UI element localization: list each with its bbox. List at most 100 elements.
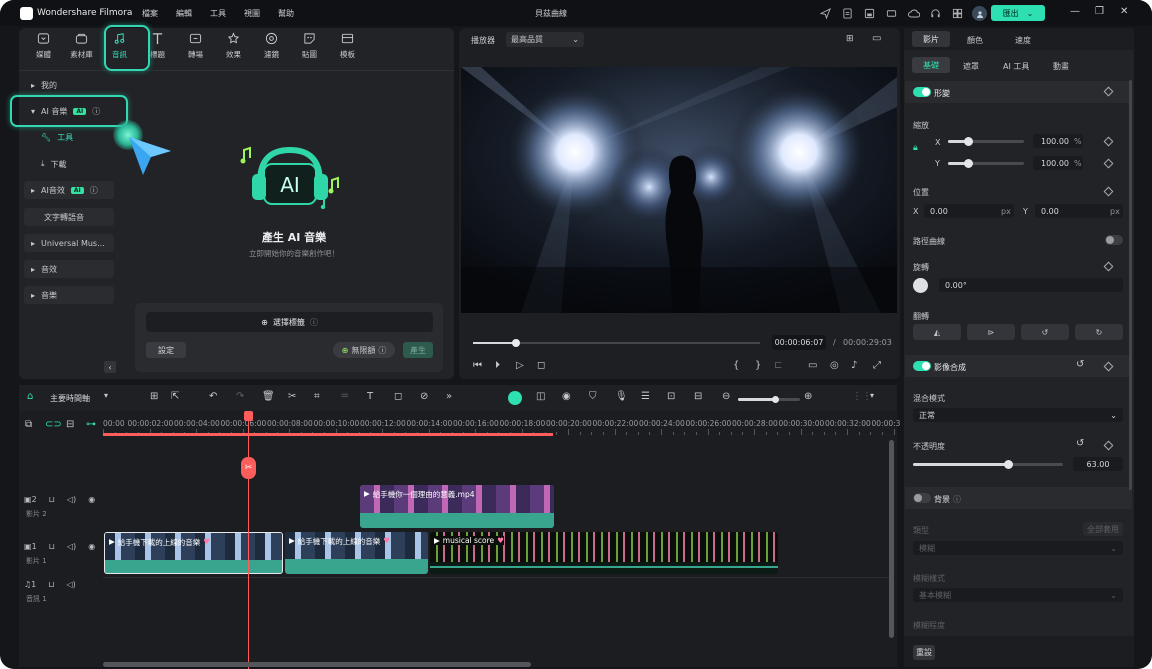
menu-view[interactable]: 視圖 [244, 8, 260, 19]
apply-all-button[interactable]: 全部套用 [1083, 522, 1123, 536]
timeline-clip-video2[interactable]: ▶ 給手機你一個理由的意義.mp4 [360, 485, 554, 528]
generate-button[interactable]: 產生 [403, 342, 433, 358]
home-icon[interactable]: ⌂ [27, 391, 33, 402]
scale-x-slider[interactable] [948, 137, 1024, 146]
playhead-line[interactable] [248, 413, 249, 669]
chevron-down-icon[interactable]: ▾ [870, 391, 874, 400]
effect-icon[interactable]: ⊘ [420, 391, 428, 402]
undo-icon[interactable]: ↶ [209, 391, 217, 402]
export-button[interactable]: 匯出 ⌄ [991, 5, 1045, 21]
sidebar-item-sfx[interactable]: ▸ 音效 [24, 260, 114, 278]
sidebar-item-download[interactable]: ⤓ 下載 [34, 155, 67, 173]
sidebar-item-tts[interactable]: 文字轉語音 [24, 208, 114, 226]
play-icon[interactable]: ▷ [516, 360, 524, 371]
speaker-icon[interactable]: ◁) [67, 495, 76, 504]
display-icon[interactable]: ▭ [808, 360, 817, 371]
help-icon[interactable]: ⓘ [90, 185, 98, 196]
render-icon[interactable]: ◉ [562, 391, 571, 402]
reset-icon[interactable]: ↺ [1076, 438, 1084, 449]
ai-tool-icon[interactable] [508, 391, 522, 405]
tab-effects[interactable]: 效果 [220, 30, 247, 68]
tab-video[interactable]: 影片 [912, 31, 950, 47]
timeline-hscrollbar[interactable] [103, 662, 531, 667]
more-icon[interactable]: » [446, 391, 452, 402]
work-area-bar[interactable] [103, 433, 553, 436]
volume-icon[interactable]: ♪ [851, 360, 857, 371]
tab-stock[interactable]: 素材庫 [68, 30, 95, 68]
sidebar-item-ai-sfx[interactable]: ▸ AI音效 AI ⓘ [24, 181, 114, 199]
playback-progress-track[interactable] [473, 339, 760, 347]
snapshot-icon[interactable]: ◎ [830, 360, 839, 371]
insert-icon[interactable]: ⊏ [774, 360, 782, 371]
scale-y-slider[interactable] [948, 159, 1024, 168]
reset-icon[interactable]: ↺ [1076, 359, 1084, 370]
delete-icon[interactable]: 🗑︎ [262, 391, 275, 402]
compositing-toggle[interactable] [913, 361, 931, 371]
storage-icon[interactable] [884, 6, 899, 21]
speaker-icon[interactable]: ◁) [67, 580, 76, 589]
subtab-ai-tools[interactable]: AI 工具 [1003, 61, 1029, 72]
slider-knob[interactable] [1003, 460, 1013, 469]
tab-media[interactable]: 媒體 [30, 30, 57, 68]
eye-icon[interactable]: ◉ [88, 542, 95, 551]
tab-speed[interactable]: 速度 [1015, 35, 1031, 46]
opacity-input[interactable]: 63.00 [1073, 457, 1123, 471]
timeline-clip-video1-a[interactable]: ▶ 給手機下載的上線的音樂 ♥ [104, 532, 283, 574]
text-icon[interactable]: T [367, 391, 373, 402]
eye-icon[interactable]: ◉ [88, 495, 95, 504]
shape-icon[interactable]: ◻ [394, 391, 402, 402]
menu-help[interactable]: 幫助 [278, 8, 294, 19]
magnet-icon[interactable]: ⊶ [86, 419, 96, 430]
subtab-mask[interactable]: 遮罩 [963, 61, 979, 72]
select-icon[interactable]: ⇱ [171, 391, 179, 402]
link-icon[interactable]: ⊂⊃ [45, 419, 62, 430]
sidebar-item-mine[interactable]: ▸ 我的 [24, 76, 57, 94]
folder-icon[interactable]: ⊔ [48, 580, 54, 589]
slider-knob[interactable] [964, 159, 973, 168]
unlimited-badge[interactable]: ⊕ 無限額 ⓘ [333, 342, 395, 358]
minimize-icon[interactable]: — [1070, 6, 1080, 17]
fit-icon[interactable]: ⊟ [694, 391, 702, 402]
flip-vertical-icon[interactable]: ⊳ [967, 324, 1015, 340]
play-backward-icon[interactable]: ⏵ [495, 360, 500, 371]
settings-button[interactable]: 設定 [146, 342, 186, 358]
maximize-icon[interactable]: ❐ [1095, 6, 1104, 17]
tab-filters[interactable]: 濾鏡 [258, 30, 285, 68]
mark-in-icon[interactable]: { [733, 360, 739, 371]
subtitle-icon[interactable]: ☰ [641, 391, 650, 402]
tab-templates[interactable]: 模板 [334, 30, 361, 68]
shield-icon[interactable]: ⛉ [589, 391, 597, 402]
audio-mix-icon[interactable]: ⊡ [667, 391, 675, 402]
fullscreen-icon[interactable]: ⤢ [873, 360, 881, 371]
reset-button[interactable]: 重設 [913, 645, 935, 660]
headset-icon[interactable] [928, 6, 943, 21]
bg-type-dropdown[interactable]: 模糊 ⌄ [913, 541, 1123, 555]
menu-edit[interactable]: 編輯 [176, 8, 192, 19]
help-icon[interactable]: ⓘ [953, 494, 961, 505]
prev-frame-icon[interactable]: ⏮ [473, 360, 482, 371]
grid-icon[interactable]: ⋮⋮ [852, 391, 872, 402]
stop-icon[interactable]: ◻ [537, 360, 545, 371]
sidebar-item-music[interactable]: ▸ 音樂 [24, 286, 114, 304]
blend-mode-dropdown[interactable]: 正常 ⌄ [913, 408, 1123, 422]
avatar[interactable] [972, 6, 987, 21]
zoom-out-icon[interactable]: ⊖ [722, 391, 730, 402]
inspector-scrollbar[interactable] [1129, 80, 1132, 490]
timeline-vscrollbar[interactable] [889, 440, 894, 638]
transform-toggle[interactable] [913, 87, 931, 97]
tab-stickers[interactable]: 貼圖 [296, 30, 323, 68]
background-toggle[interactable] [913, 493, 931, 503]
help-icon[interactable]: ⓘ [310, 317, 318, 328]
mark-out-icon[interactable]: } [755, 360, 761, 371]
add-track-icon[interactable]: ⧉ [25, 419, 32, 430]
microphone-icon[interactable]: 🎙︎ [615, 391, 628, 402]
layout-icon[interactable]: ⊞ [150, 391, 158, 402]
grid-icon[interactable] [950, 6, 965, 21]
document-icon[interactable] [840, 6, 855, 21]
tab-transitions[interactable]: 轉場 [182, 30, 209, 68]
record-icon[interactable]: ◫ [536, 391, 545, 402]
playback-progress-knob[interactable] [512, 339, 521, 347]
sidebar-item-tools[interactable]: 🔧︎ 工具 [34, 128, 73, 146]
path-curve-toggle[interactable] [1105, 235, 1123, 245]
menu-file[interactable]: 檔案 [142, 8, 158, 19]
